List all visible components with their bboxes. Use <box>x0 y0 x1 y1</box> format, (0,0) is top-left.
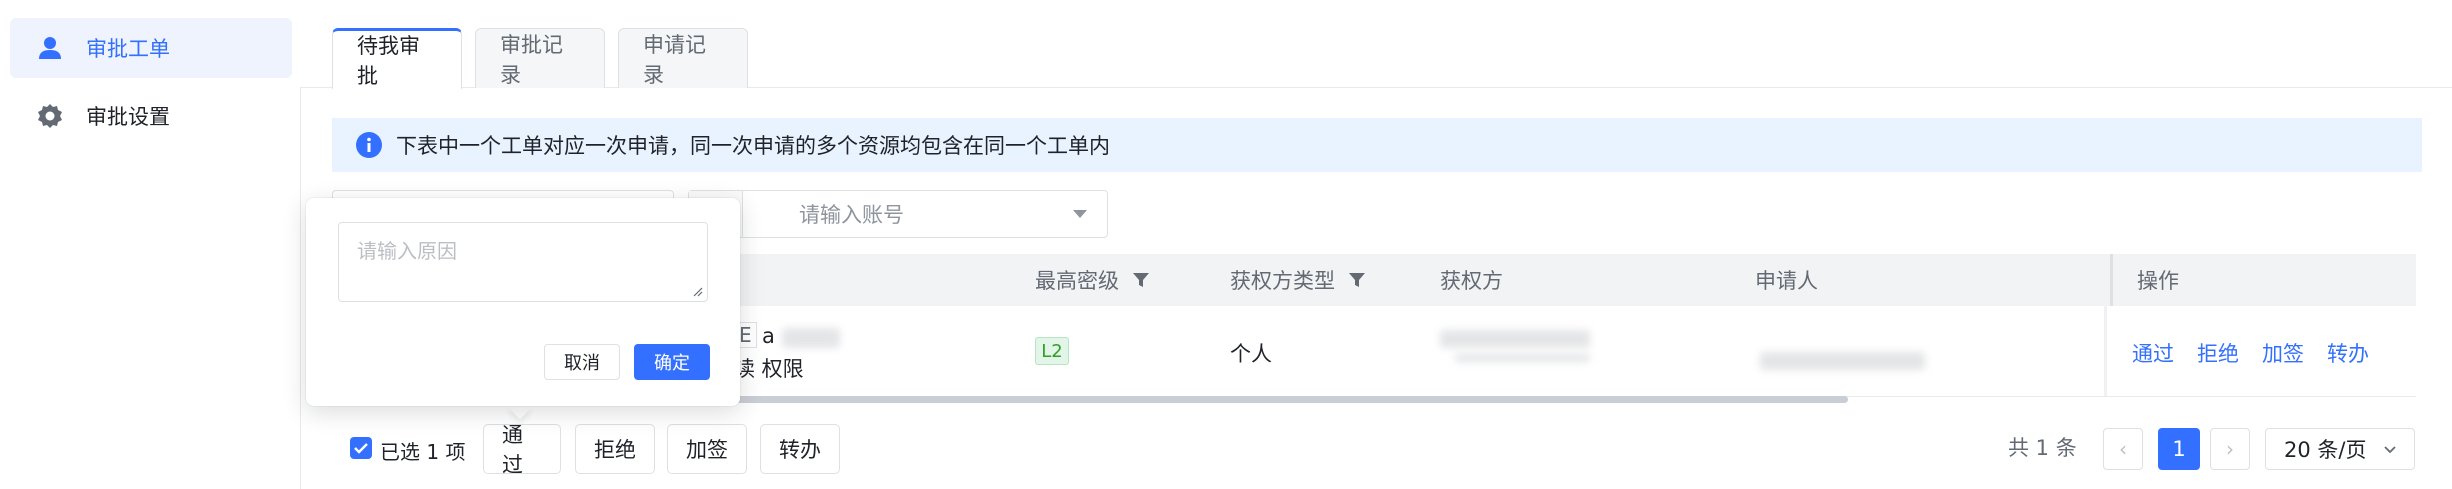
reason-textarea[interactable]: 请输入原因 <box>338 222 708 302</box>
tab-pending-approval[interactable]: 待我审批 <box>332 28 462 89</box>
cancel-button[interactable]: 取消 <box>544 344 620 380</box>
resize-handle-icon[interactable] <box>691 285 703 297</box>
resource-name: a <box>762 324 775 348</box>
filter-icon[interactable] <box>1131 270 1151 290</box>
check-icon <box>354 443 368 454</box>
chevron-down-icon <box>2384 446 2396 454</box>
info-icon <box>356 132 382 158</box>
page-1-button[interactable]: 1 <box>2158 428 2200 470</box>
confirm-button[interactable]: 确定 <box>634 344 710 380</box>
sidebar-item-approval-orders[interactable]: 审批工单 <box>10 18 292 78</box>
redacted-text <box>782 328 840 348</box>
redacted-grantee <box>1440 330 1590 348</box>
tab-label: 待我审批 <box>357 34 420 88</box>
info-alert: 下表中一个工单对应一次申请，同一次申请的多个资源均包含在同一个工单内 <box>332 118 2422 172</box>
redacted-grantee <box>1455 354 1590 362</box>
total-count: 共 1 条 <box>2008 436 2077 460</box>
gear-icon <box>34 100 66 132</box>
tab-application-records[interactable]: 申请记录 <box>618 28 748 88</box>
filter-icon[interactable] <box>1347 270 1367 290</box>
grantee-type: 个人 <box>1230 342 1272 366</box>
reason-placeholder: 请输入原因 <box>357 239 457 263</box>
prev-page-button[interactable]: ‹ <box>2103 428 2143 470</box>
selected-count: 已选 1 项 <box>380 440 466 464</box>
row-reject-link[interactable]: 拒绝 <box>2197 338 2239 368</box>
reason-popover: 请输入原因 取消 确定 <box>306 198 740 406</box>
applicant-input[interactable]: 请输入账号 <box>785 191 1067 237</box>
col-applicant: 申请人 <box>1755 269 1818 293</box>
tab-label: 申请记录 <box>643 32 706 87</box>
sidebar-item-label: 审批工单 <box>86 37 170 61</box>
caret-down-icon[interactable] <box>1073 210 1087 218</box>
sidebar-item-label: 审批设置 <box>86 105 170 129</box>
chevron-left-icon: ‹ <box>2119 437 2127 461</box>
col-grantee: 获权方 <box>1440 269 1503 293</box>
batch-approve-button[interactable]: 通过 <box>483 423 561 477</box>
batch-add-signer-button[interactable]: 加签 <box>667 424 747 474</box>
page-size-select[interactable]: 20 条/页 <box>2265 428 2415 470</box>
tab-label: 审批记录 <box>500 32 563 87</box>
permission-text: 读 权限 <box>734 357 804 381</box>
level-badge: L2 <box>1035 337 1069 365</box>
alert-text: 下表中一个工单对应一次申请，同一次申请的多个资源均包含在同一个工单内 <box>396 134 1110 158</box>
sidebar: 审批工单 审批设置 <box>0 0 300 489</box>
batch-transfer-button[interactable]: 转办 <box>760 424 840 474</box>
row-approve-link[interactable]: 通过 <box>2132 338 2174 368</box>
applicant-filter[interactable]: 人 请输入账号 <box>688 190 1108 238</box>
col-actions: 操作 <box>2110 254 2416 306</box>
next-page-button[interactable]: › <box>2210 428 2250 470</box>
redacted-applicant <box>1760 352 1925 370</box>
batch-reject-button[interactable]: 拒绝 <box>575 424 655 474</box>
tab-approval-records[interactable]: 审批记录 <box>475 28 605 88</box>
select-all-checkbox[interactable] <box>350 437 372 459</box>
user-icon <box>34 32 66 64</box>
chevron-right-icon: › <box>2226 437 2234 461</box>
actions-column-divider <box>2104 306 2107 396</box>
col-grantee-type: 获权方类型 <box>1230 254 1367 306</box>
page-size-value: 20 条/页 <box>2284 438 2367 462</box>
col-max-level: 最高密级 <box>1035 254 1151 306</box>
sidebar-item-approval-settings[interactable]: 审批设置 <box>10 86 292 146</box>
row-add-signer-link[interactable]: 加签 <box>2262 338 2304 368</box>
row-transfer-link[interactable]: 转办 <box>2327 338 2369 368</box>
